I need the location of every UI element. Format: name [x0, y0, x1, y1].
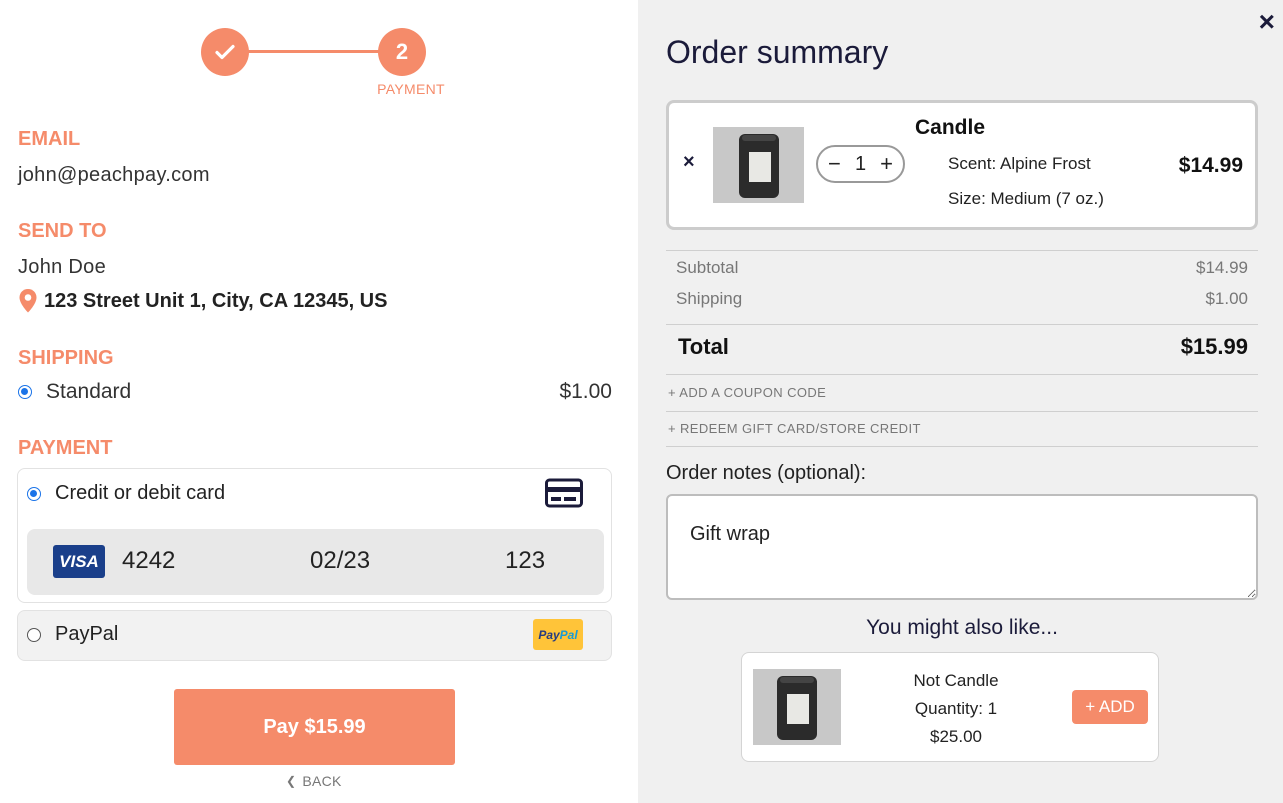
back-link-label: BACK — [302, 773, 342, 789]
total-value: $15.99 — [1180, 334, 1248, 359]
total-label: Total — [678, 334, 729, 359]
recommended-product-image — [753, 669, 841, 745]
card-option-header[interactable]: Credit or debit card — [27, 482, 225, 505]
shipping-heading: SHIPPING — [18, 347, 114, 369]
send-to-heading: SEND TO — [18, 220, 107, 242]
add-coupon-link[interactable]: + ADD A COUPON CODE — [668, 385, 826, 400]
recommended-product-quantity: Quantity: 1 — [914, 699, 998, 718]
payment-heading: PAYMENT — [18, 437, 113, 459]
decrease-quantity-button[interactable]: − — [828, 153, 841, 175]
candle-image-icon — [777, 676, 817, 740]
paypal-logo-pay: Pay — [538, 627, 560, 642]
shipping-option-label: Standard — [46, 380, 132, 403]
divider — [666, 374, 1258, 375]
add-recommended-button[interactable]: + ADD — [1072, 690, 1148, 724]
divider — [666, 250, 1258, 251]
order-notes-label: Order notes (optional): — [666, 462, 867, 484]
address-text: 123 Street Unit 1, City, CA 12345, US — [44, 289, 388, 312]
item-name: Candle — [915, 116, 986, 139]
email-heading: EMAIL — [18, 128, 81, 150]
order-notes-field[interactable]: Gift wrap — [666, 494, 1258, 600]
total-row: Total $15.99 — [666, 334, 1258, 360]
saved-card-details[interactable]: VISA 4242 02/23 123 — [27, 529, 604, 595]
progress-stepper: 2 PAYMENT — [201, 28, 445, 98]
check-icon — [215, 44, 235, 60]
increase-quantity-button[interactable]: + — [880, 153, 893, 175]
recommendations-title: You might also like... — [866, 616, 1058, 639]
order-summary-title: Order summary — [666, 34, 889, 70]
step-payment-label: PAYMENT — [377, 81, 445, 97]
chevron-left-icon: ❮ — [286, 774, 297, 788]
paypal-radio[interactable] — [27, 627, 41, 642]
redeem-gift-card-link[interactable]: + REDEEM GIFT CARD/STORE CREDIT — [668, 421, 921, 436]
quantity-value: 1 — [854, 152, 867, 175]
subtotal-value: $14.99 — [1196, 258, 1248, 277]
card-expiry: 02/23 — [310, 547, 371, 574]
remove-item-icon[interactable]: × — [683, 151, 695, 174]
shipping-radio[interactable] — [18, 385, 32, 399]
recommended-product-info: Not Candle Quantity: 1 $25.00 — [858, 667, 1054, 751]
divider — [666, 446, 1258, 447]
shipping-label: Shipping — [676, 289, 743, 308]
card-payment-option[interactable]: Credit or debit card VISA 4242 02/23 123 — [17, 468, 612, 603]
stepper-line — [247, 50, 381, 53]
paypal-logo-icon: Pay Pal — [533, 619, 583, 650]
shipping-option-standard[interactable]: Standard $1.00 — [18, 380, 612, 404]
credit-card-icon — [545, 478, 583, 508]
close-icon[interactable]: × — [1259, 8, 1275, 36]
subtotal-row: Subtotal $14.99 — [666, 258, 1258, 278]
paypal-logo-pal: Pal — [559, 627, 578, 642]
shipping-row: Shipping $1.00 — [666, 289, 1258, 309]
visa-logo-icon: VISA — [53, 545, 105, 578]
card-last4: 4242 — [122, 547, 176, 574]
recipient-name: John Doe — [18, 256, 107, 278]
candle-image-icon — [738, 134, 779, 198]
product-image — [713, 127, 804, 203]
paypal-payment-option[interactable]: PayPal Pay Pal — [17, 610, 612, 661]
paypal-option-header[interactable]: PayPal — [27, 623, 118, 646]
cart-item: × − 1 + Candle Scent: Alpine Frost Size:… — [666, 100, 1258, 230]
paypal-option-label: PayPal — [55, 623, 119, 645]
shipping-option-price: $1.00 — [559, 380, 612, 403]
shipping-address: 123 Street Unit 1, City, CA 12345, US — [18, 288, 387, 314]
item-price: $14.99 — [1178, 154, 1243, 177]
pay-button[interactable]: Pay $15.99 — [174, 689, 455, 765]
order-summary-panel: × Order summary × − 1 + Candle Scent: Al… — [638, 0, 1283, 803]
divider — [666, 411, 1258, 412]
back-link[interactable]: ❮ BACK — [286, 773, 342, 789]
recommended-product-name: Not Candle — [913, 671, 999, 690]
item-scent: Scent: Alpine Frost — [948, 154, 1091, 173]
recommended-product-card: Not Candle Quantity: 1 $25.00 + ADD — [741, 652, 1159, 762]
email-value: john@peachpay.com — [18, 164, 210, 186]
step-complete-indicator[interactable] — [201, 28, 249, 76]
card-radio[interactable] — [27, 486, 41, 501]
recommended-product-price: $25.00 — [930, 727, 982, 746]
divider — [666, 324, 1258, 325]
checkout-panel: 2 PAYMENT EMAIL john@peachpay.com SEND T… — [0, 0, 638, 803]
shipping-value: $1.00 — [1205, 289, 1248, 308]
location-pin-icon — [19, 289, 37, 313]
card-cvc: 123 — [505, 547, 546, 574]
item-size: Size: Medium (7 oz.) — [948, 189, 1104, 208]
card-option-label: Credit or debit card — [55, 482, 226, 504]
quantity-stepper: − 1 + — [816, 145, 905, 183]
step-payment-indicator: 2 — [378, 28, 426, 76]
subtotal-label: Subtotal — [676, 258, 739, 277]
